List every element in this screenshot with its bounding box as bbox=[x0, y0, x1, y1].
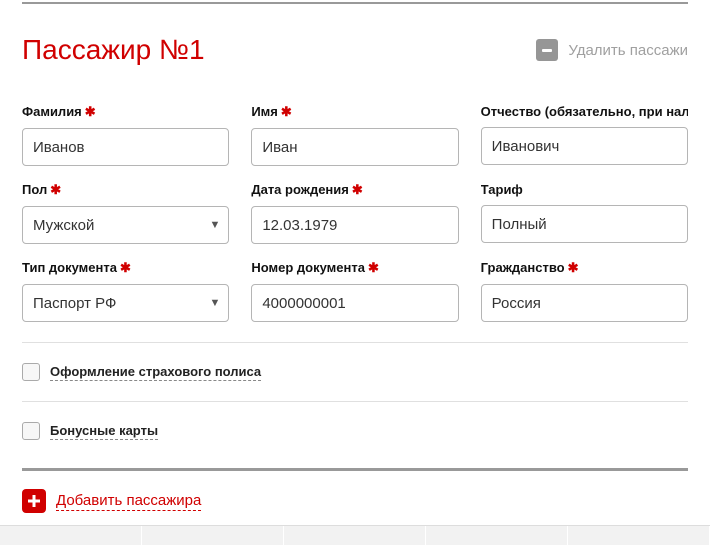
thick-rule bbox=[22, 468, 688, 471]
dob-label: Дата рождения✱ bbox=[251, 182, 458, 198]
citizen-select[interactable]: Россия bbox=[481, 284, 688, 322]
doc-num-input[interactable]: 4000000001 bbox=[251, 284, 458, 322]
divider bbox=[22, 401, 688, 402]
add-passenger-button[interactable]: Добавить пассажира bbox=[22, 489, 688, 513]
insurance-label: Оформление страхового полиса bbox=[50, 364, 261, 381]
add-passenger-label: Добавить пассажира bbox=[56, 492, 201, 511]
chevron-down-icon: ▼ bbox=[209, 285, 220, 321]
gender-label: Пол✱ bbox=[22, 182, 229, 198]
bonus-label: Бонусные карты bbox=[50, 423, 158, 440]
page-title: Пассажир №1 bbox=[22, 34, 205, 66]
remove-passenger-label: Удалить пассажи bbox=[568, 42, 688, 59]
remove-passenger-button[interactable]: Удалить пассажи bbox=[536, 39, 688, 61]
surname-label: Фамилия✱ bbox=[22, 104, 229, 120]
doc-type-label: Тип документа✱ bbox=[22, 260, 229, 276]
name-label: Имя✱ bbox=[251, 104, 458, 120]
tariff-select[interactable]: Полный bbox=[481, 205, 688, 243]
checkbox-icon bbox=[22, 422, 40, 440]
insurance-checkbox-row[interactable]: Оформление страхового полиса bbox=[22, 363, 688, 381]
top-rule bbox=[22, 2, 688, 4]
gender-select[interactable]: Мужской ▼ bbox=[22, 206, 229, 244]
doc-type-select[interactable]: Паспорт РФ ▼ bbox=[22, 284, 229, 322]
footer-bar bbox=[0, 525, 710, 545]
tariff-label: Тариф bbox=[481, 182, 688, 197]
chevron-down-icon: ▼ bbox=[209, 207, 220, 243]
surname-input[interactable]: Иванов bbox=[22, 128, 229, 166]
name-input[interactable]: Иван bbox=[251, 128, 458, 166]
divider bbox=[22, 342, 688, 343]
minus-icon bbox=[536, 39, 558, 61]
bonus-checkbox-row[interactable]: Бонусные карты bbox=[22, 422, 688, 440]
citizen-label: Гражданство✱ bbox=[481, 260, 688, 276]
patronymic-label: Отчество (обязательно, при наличии) bbox=[481, 104, 688, 119]
dob-input[interactable]: 12.03.1979 bbox=[251, 206, 458, 244]
plus-icon bbox=[22, 489, 46, 513]
checkbox-icon bbox=[22, 363, 40, 381]
doc-num-label: Номер документа✱ bbox=[251, 260, 458, 276]
patronymic-input[interactable]: Иванович bbox=[481, 127, 688, 165]
